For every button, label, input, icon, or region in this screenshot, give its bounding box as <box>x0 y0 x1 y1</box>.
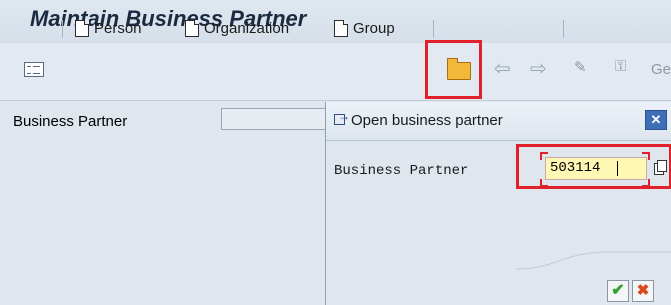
group-label: Group <box>353 19 395 37</box>
close-icon[interactable]: ✕ <box>645 110 667 130</box>
organization-button[interactable]: Organization <box>185 14 289 42</box>
organization-label: Organization <box>204 19 290 37</box>
list-icon[interactable] <box>24 62 44 77</box>
back-arrow-icon[interactable]: ⇦ <box>494 56 511 81</box>
open-dialog-icon <box>334 109 350 125</box>
highlight-box-open <box>425 40 482 99</box>
toolbar-separator <box>62 20 63 38</box>
other-icon[interactable]: ⚿ <box>615 58 626 75</box>
dialog-title-bar: Open business partner ✕ <box>326 102 671 141</box>
person-label: Person <box>94 19 142 37</box>
person-document-icon <box>75 19 89 37</box>
business-partner-label: Business Partner <box>13 113 128 130</box>
dialog-field-label: Business Partner <box>334 163 469 179</box>
group-button[interactable]: Group <box>334 14 395 42</box>
business-partner-field[interactable] <box>221 108 331 130</box>
forward-arrow-icon[interactable]: ⇨ <box>530 56 547 81</box>
group-document-icon <box>334 19 348 37</box>
open-business-partner-dialog: Open business partner ✕ Business Partner… <box>325 102 671 305</box>
person-button[interactable]: Person <box>75 14 142 42</box>
dialog-title: Open business partner <box>351 112 503 129</box>
toolbar-separator <box>433 20 434 38</box>
display-change-icon[interactable]: ✎ <box>574 58 587 76</box>
toolbar <box>0 43 671 101</box>
highlight-box-input <box>516 144 671 189</box>
organization-document-icon <box>185 19 199 37</box>
cancel-icon[interactable]: ✖ <box>632 280 654 302</box>
truncated-toolbar-label[interactable]: Ge <box>651 61 671 78</box>
decorative-curve <box>516 251 671 270</box>
toolbar-separator <box>563 20 564 38</box>
check-icon[interactable]: ✔ <box>607 280 629 302</box>
